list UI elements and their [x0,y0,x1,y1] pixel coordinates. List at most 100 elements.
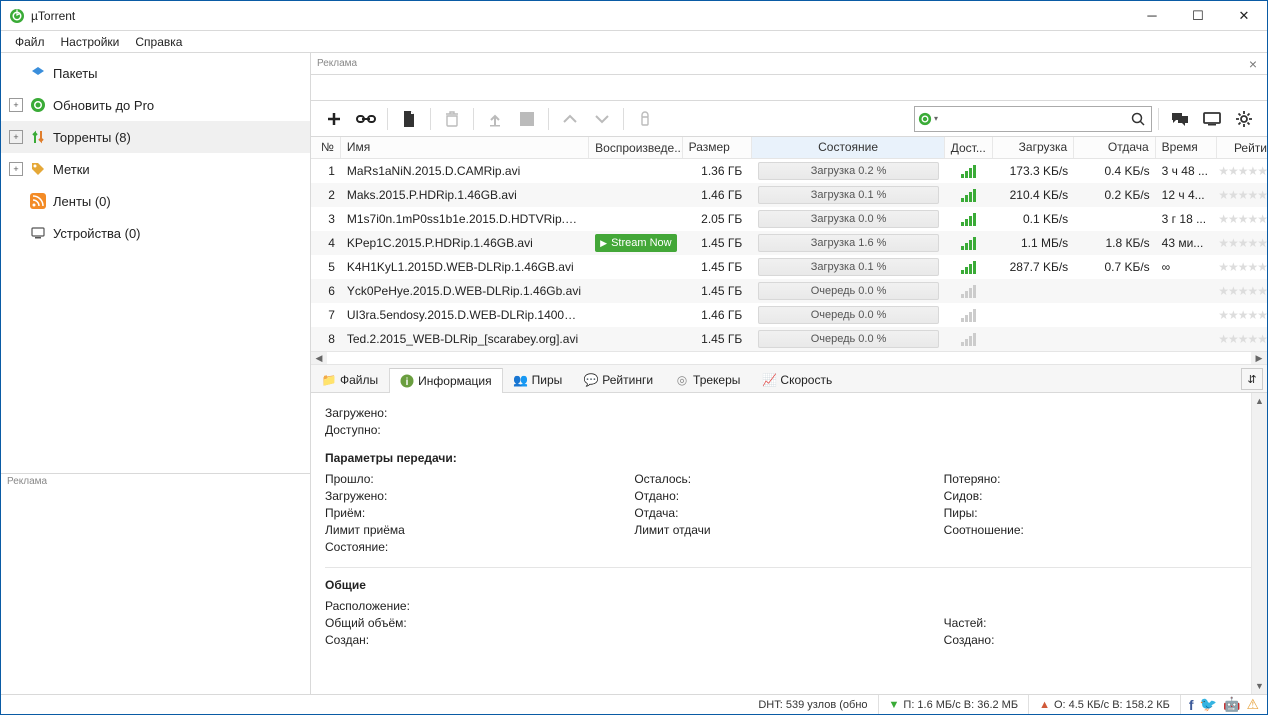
facebook-icon[interactable]: f [1189,697,1194,713]
tag-icon [29,160,47,178]
tab-peers[interactable]: 👥Пиры [503,367,574,392]
upgrade-icon [29,96,47,114]
table-row[interactable]: 4KPep1C.2015.P.HDRip.1.46GB.avi▶Stream N… [311,231,1267,255]
app-logo-icon [9,8,25,24]
close-button[interactable]: ✕ [1221,1,1267,30]
package-icon [29,64,47,82]
add-torrent-button[interactable] [319,105,349,133]
ratings-icon: 💬 [584,373,598,387]
remote-button[interactable] [630,105,660,133]
scroll-right-icon[interactable]: ▶ [1251,352,1267,364]
detail-transfer-header: Параметры передачи: [325,447,1253,465]
table-row[interactable]: 6Yck0PeHye.2015.D.WEB-DLRip.1.46Gb.avi1.… [311,279,1267,303]
move-up-button[interactable] [555,105,585,133]
torrents-icon [29,128,47,146]
titlebar: µTorrent ─ ☐ ✕ [1,1,1267,31]
table-row[interactable]: 1MaRs1aNiN.2015.D.CAMRip.avi1.36 ГБЗагру… [311,159,1267,183]
col-time[interactable]: Время [1156,137,1218,158]
col-up[interactable]: Отдача [1074,137,1156,158]
expand-icon[interactable]: + [9,130,23,144]
window-title: µTorrent [31,9,75,23]
menu-settings[interactable]: Настройки [55,33,126,51]
col-play[interactable]: Воспроизведе... [589,137,682,158]
expand-icon[interactable]: + [9,162,23,176]
table-row[interactable]: 5K4H1KyL1.2015D.WEB-DLRip.1.46GB.avi1.45… [311,255,1267,279]
sidebar-devices[interactable]: Устройства (0) [1,217,310,249]
start-button[interactable] [480,105,510,133]
tab-trackers[interactable]: ◎Трекеры [664,367,751,392]
toolbar: ▾ [311,101,1267,137]
settings-button[interactable] [1229,105,1259,133]
sidebar-item-label: Ленты (0) [53,194,111,209]
svg-text:i: i [406,377,409,388]
search-go-icon[interactable] [1125,112,1151,126]
sidebar-torrents[interactable]: + Торренты (8) [1,121,310,153]
detail-panel: Загружено: Доступно: Параметры передачи:… [311,393,1267,694]
scroll-up-icon[interactable]: ▲ [1252,393,1267,409]
col-size[interactable]: Размер [683,137,753,158]
stream-now-button[interactable]: ▶Stream Now [595,234,676,252]
android-icon[interactable]: 🤖 [1223,696,1240,713]
expand-icon[interactable]: + [9,98,23,112]
col-down[interactable]: Загрузка [993,137,1075,158]
status-download: ▼П: 1.6 МБ/с В: 36.2 МБ [879,695,1030,714]
search-box[interactable]: ▾ [914,106,1152,132]
search-input[interactable] [941,107,1125,131]
table-row[interactable]: 2Maks.2015.P.HDRip.1.46GB.avi1.46 ГБЗагр… [311,183,1267,207]
ad-label: Реклама [1,474,310,489]
sidebar-item-label: Пакеты [53,66,98,81]
ad-label: Реклама [317,58,357,69]
minimize-button[interactable]: ─ [1129,1,1175,30]
sidebar-upgrade[interactable]: + Обновить до Pro [1,89,310,121]
menu-file[interactable]: Файл [9,33,51,51]
info-icon: i [400,374,414,388]
col-state[interactable]: Состояние [752,137,945,158]
detail-general-header: Общие [325,567,1253,592]
remote-access-button[interactable] [1197,105,1227,133]
status-upload: ▲О: 4.5 КБ/с В: 158.2 КБ [1029,695,1181,714]
ad-placeholder [311,75,1267,101]
sidebar: Пакеты + Обновить до Pro + Торренты (8) … [1,53,311,694]
horizontal-scrollbar[interactable]: ◀ ▶ [311,351,1267,365]
sidebar-packages[interactable]: Пакеты [1,57,310,89]
add-url-button[interactable] [351,105,381,133]
twitter-icon[interactable]: 🐦 [1200,696,1217,713]
tab-ratings[interactable]: 💬Рейтинги [573,367,664,392]
ad-close-button[interactable]: × [1245,56,1261,72]
menu-help[interactable]: Справка [129,33,188,51]
col-name[interactable]: Имя [341,137,589,158]
sidebar-feeds[interactable]: Ленты (0) [1,185,310,217]
search-provider-icon[interactable]: ▾ [915,112,941,126]
trackers-icon: ◎ [675,373,689,387]
tab-speed[interactable]: 📈Скорость [751,367,843,392]
sidebar-item-label: Метки [53,162,90,177]
collapse-detail-button[interactable]: ⇵ [1241,368,1263,390]
statusbar: DHT: 539 узлов (обно ▼П: 1.6 МБ/с В: 36.… [1,694,1267,714]
move-down-button[interactable] [587,105,617,133]
scroll-left-icon[interactable]: ◀ [311,352,327,364]
table-row[interactable]: 8Ted.2.2015_WEB-DLRip_[scarabey.org].avi… [311,327,1267,351]
tab-info[interactable]: iИнформация [389,368,502,393]
devices-icon [29,224,47,242]
delete-button[interactable] [437,105,467,133]
col-num[interactable]: № [311,137,341,158]
tab-files[interactable]: 📁Файлы [311,367,389,392]
detail-loaded: Загружено: [325,406,1253,420]
chat-button[interactable] [1165,105,1195,133]
col-rating[interactable]: Рейти [1217,137,1267,158]
sidebar-item-label: Устройства (0) [53,226,141,241]
content: Реклама × ▾ [311,53,1267,694]
stop-button[interactable] [512,105,542,133]
menubar: Файл Настройки Справка [1,31,1267,53]
detail-tabs: 📁Файлы iИнформация 👥Пиры 💬Рейтинги ◎Трек… [311,365,1267,393]
scroll-down-icon[interactable]: ▼ [1252,678,1267,694]
maximize-button[interactable]: ☐ [1175,1,1221,30]
table-row[interactable]: 7UI3ra.5endosy.2015.D.WEB-DLRip.1400MB.a… [311,303,1267,327]
sidebar-tags[interactable]: + Метки [1,153,310,185]
vertical-scrollbar[interactable]: ▲ ▼ [1251,393,1267,694]
col-avail[interactable]: Дост... [945,137,993,158]
warning-icon[interactable]: ⚠ [1246,696,1259,713]
create-torrent-button[interactable] [394,105,424,133]
table-row[interactable]: 3M1s7i0n.1mP0ss1b1e.2015.D.HDTVRip.2100.… [311,207,1267,231]
peers-icon: 👥 [514,373,528,387]
